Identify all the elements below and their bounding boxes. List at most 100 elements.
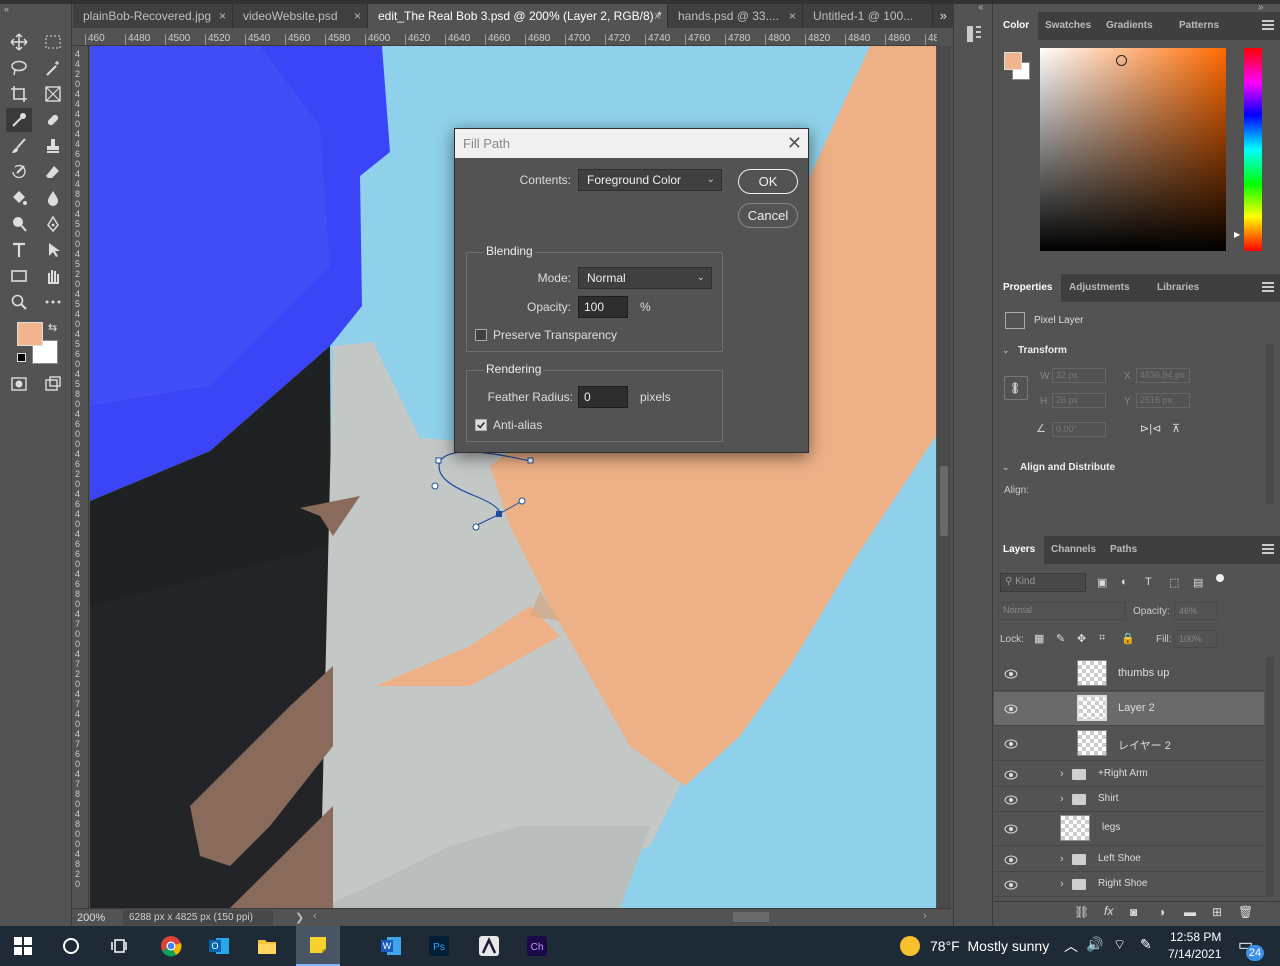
panel-foreground-swatch[interactable] (1004, 52, 1022, 70)
hand-tool-icon[interactable] (40, 264, 66, 288)
pen-workspace-icon[interactable]: ✎ (1140, 936, 1152, 953)
swap-colors-icon[interactable]: ⇆ (48, 321, 57, 334)
tab-untitled[interactable]: Untitled-1 @ 100... (803, 4, 933, 28)
layer-opacity-field[interactable]: 46% (1174, 602, 1218, 620)
color-picker-field[interactable] (1040, 48, 1226, 251)
character-animator-app-icon[interactable] (474, 932, 504, 960)
layer-filter-select[interactable]: ⚲ Kind (1000, 573, 1086, 592)
eye-icon[interactable] (1004, 704, 1018, 714)
flip-horizontal-icon[interactable]: ⊳|⊲ (1140, 422, 1161, 435)
layer-row-right-arm[interactable]: › +Right Arm (994, 762, 1264, 787)
feather-radius-input[interactable]: 0 (578, 386, 628, 408)
new-layer-icon[interactable]: ⊞ (1212, 905, 1222, 919)
brush-tool-icon[interactable] (6, 134, 32, 158)
outlook-icon[interactable]: O (204, 932, 234, 960)
lock-artboard-icon[interactable]: ⌗ (1099, 632, 1105, 645)
magic-wand-tool-icon[interactable] (40, 56, 66, 80)
scroll-right-icon[interactable]: › (923, 910, 927, 922)
chrome-icon[interactable] (156, 932, 186, 960)
ok-button[interactable]: OK (738, 169, 798, 194)
chevron-right-icon[interactable]: › (1060, 793, 1064, 805)
chevron-right-icon[interactable]: › (1060, 853, 1064, 865)
filter-type-icon[interactable]: T (1145, 576, 1152, 588)
tab-properties[interactable]: Properties (994, 274, 1062, 302)
eyedropper-tool-icon[interactable] (6, 108, 32, 132)
frame-tool-icon[interactable] (40, 82, 66, 106)
photoshop-icon[interactable]: Ps (424, 932, 454, 960)
anti-alias-checkbox[interactable] (475, 419, 487, 431)
layer-row-legs[interactable]: legs (994, 812, 1264, 846)
pen-tool-icon[interactable] (40, 212, 66, 236)
volume-icon[interactable]: 🔊 (1086, 936, 1103, 953)
opacity-input[interactable]: 100 (578, 296, 628, 318)
tab-edit-real-bob[interactable]: edit_The Real Bob 3.psd @ 200% (Layer 2,… (368, 4, 668, 28)
hue-slider[interactable] (1244, 48, 1262, 251)
filter-smart-object-icon[interactable]: ▤ (1193, 576, 1203, 589)
tab-hands[interactable]: hands.psd @ 33.... × (668, 4, 803, 28)
angle-field[interactable]: 0.00° (1052, 422, 1106, 437)
chevron-down-icon[interactable]: ⌄ (1002, 345, 1010, 356)
eraser-tool-icon[interactable] (40, 160, 66, 184)
close-icon[interactable]: ✕ (787, 132, 802, 154)
cancel-button[interactable]: Cancel (738, 203, 798, 228)
flip-vertical-icon[interactable]: ⊼ (1172, 422, 1180, 435)
history-brush-tool-icon[interactable] (6, 160, 32, 184)
character-animator-icon[interactable]: Ch (522, 932, 552, 960)
adjustment-layer-icon[interactable]: ◑ (1158, 905, 1165, 919)
filter-toggle-icon[interactable] (1216, 574, 1224, 582)
wifi-icon[interactable]: ⌔ (1113, 936, 1126, 954)
tab-paths[interactable]: Paths (1101, 536, 1146, 564)
y-field[interactable]: 2616 px (1136, 393, 1190, 408)
eye-icon[interactable] (1004, 824, 1018, 834)
tab-swatches[interactable]: Swatches (1036, 12, 1100, 40)
crop-tool-icon[interactable] (6, 82, 32, 106)
zoom-level[interactable]: 200% (77, 912, 121, 924)
lock-transparent-icon[interactable]: ▦ (1034, 632, 1044, 645)
x-field[interactable]: 4636.94 px (1136, 368, 1190, 383)
marquee-tool-icon[interactable] (40, 30, 66, 54)
layer-row-layer-2[interactable]: Layer 2 (994, 692, 1264, 726)
chevron-up-icon[interactable]: ︿ (1064, 936, 1078, 956)
status-menu-icon[interactable]: ❯ (295, 911, 304, 924)
tab-videowebsite[interactable]: videoWebsite.psd × (233, 4, 368, 28)
path-selection-tool-icon[interactable] (40, 238, 66, 262)
link-layers-icon[interactable]: ⛓ (1074, 905, 1089, 919)
move-tool-icon[interactable] (6, 30, 32, 54)
lock-image-icon[interactable]: ✎ (1056, 632, 1065, 645)
eye-icon[interactable] (1004, 739, 1018, 749)
filter-adjustment-icon[interactable]: ◐ (1121, 576, 1128, 588)
layer-mask-icon[interactable]: ◙ (1130, 905, 1137, 919)
mode-select[interactable]: Normal ⌄ (578, 267, 712, 289)
properties-scrollbar[interactable] (1266, 344, 1274, 504)
windows-start-icon[interactable] (8, 932, 38, 960)
collapse-panel-icon[interactable]: « (978, 2, 984, 13)
eye-icon[interactable] (1004, 770, 1018, 780)
clock-time[interactable]: 12:58 PM (1170, 930, 1221, 944)
tab-gradients[interactable]: Gradients (1097, 12, 1162, 40)
rectangle-tool-icon[interactable] (6, 264, 32, 288)
preserve-transparency-checkbox[interactable] (475, 329, 487, 341)
weather-icon[interactable] (900, 936, 920, 956)
panel-menu-icon[interactable] (1262, 544, 1274, 554)
layer-row-thumbs-up[interactable]: thumbs up (994, 657, 1264, 691)
horizontal-scrollbar-thumb[interactable] (733, 912, 769, 922)
layer-row-shirt[interactable]: › Shirt (994, 787, 1264, 812)
zoom-tool-icon[interactable] (6, 290, 32, 314)
tab-channels[interactable]: Channels (1042, 536, 1105, 564)
eye-icon[interactable] (1004, 880, 1018, 890)
chevron-down-icon[interactable]: ⌄ (1002, 462, 1010, 473)
history-panel-icon[interactable] (966, 24, 982, 44)
close-tab-icon[interactable]: × (354, 4, 361, 28)
panel-menu-icon[interactable] (1262, 20, 1274, 30)
tab-color[interactable]: Color (994, 12, 1039, 40)
contents-select[interactable]: Foreground Color ⌄ (578, 169, 722, 191)
eye-icon[interactable] (1004, 795, 1018, 805)
type-tool-icon[interactable] (6, 238, 32, 262)
screen-mode-icon[interactable] (40, 372, 66, 396)
tab-adjustments[interactable]: Adjustments (1060, 274, 1139, 302)
eye-icon[interactable] (1004, 855, 1018, 865)
more-tabs-icon[interactable]: » (940, 4, 947, 28)
clock-date[interactable]: 7/14/2021 (1168, 947, 1221, 961)
eye-icon[interactable] (1004, 669, 1018, 679)
width-field[interactable]: 32 px (1052, 368, 1106, 383)
